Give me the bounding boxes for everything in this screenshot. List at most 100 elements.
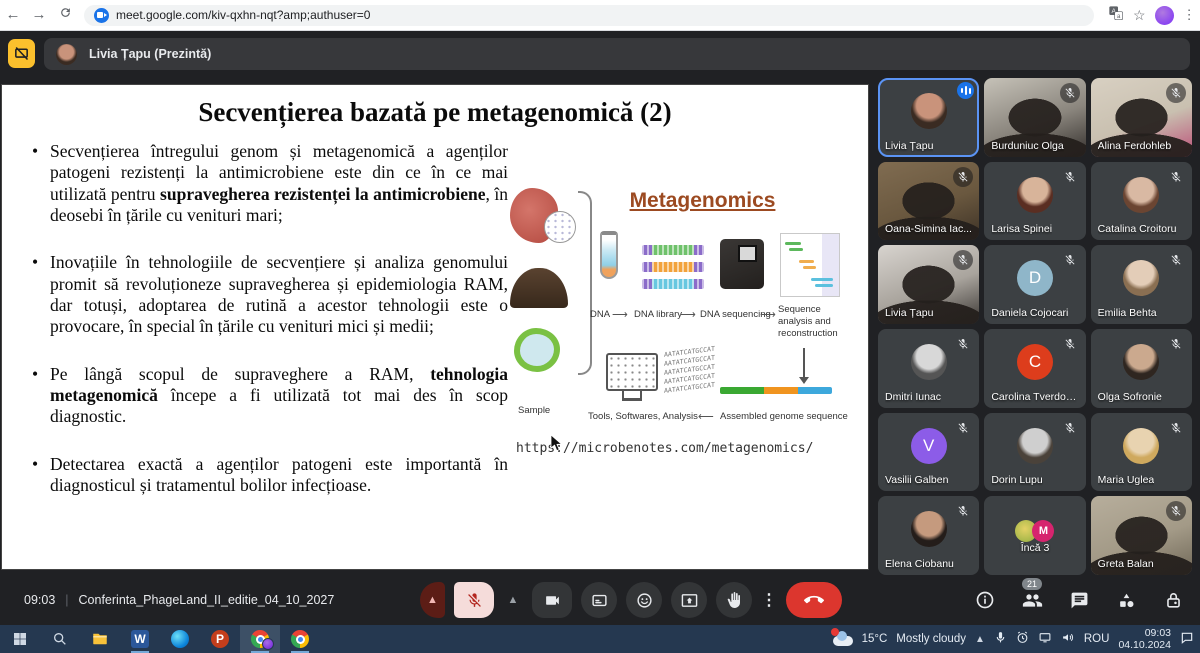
browser-menu-icon[interactable]: ⋮ <box>1183 7 1196 23</box>
file-explorer-taskbar-button[interactable] <box>80 625 120 653</box>
end-call-button[interactable] <box>786 582 842 618</box>
reload-icon[interactable] <box>52 0 78 30</box>
raise-hand-icon <box>726 592 742 608</box>
chrome-taskbar-button[interactable] <box>240 625 280 653</box>
tray-volume-icon[interactable] <box>1061 631 1075 647</box>
participant-tile[interactable]: Livia Țapu <box>878 78 979 157</box>
mic-toggle-button[interactable] <box>454 582 494 618</box>
host-controls-button[interactable] <box>1162 589 1184 611</box>
end-call-icon <box>804 590 824 610</box>
presenter-banner[interactable]: Livia Țapu (Prezintă) <box>44 38 1190 70</box>
mic-off-icon <box>953 167 973 187</box>
participant-tile[interactable]: DDaniela Cojocari <box>984 245 1085 324</box>
translate-icon[interactable]: Aa <box>1108 5 1124 26</box>
avatar: C <box>1017 344 1053 380</box>
search-icon <box>52 631 68 647</box>
diagram-title: Metagenomics <box>620 189 785 213</box>
participant-name: Livia Țapu <box>885 307 933 319</box>
tray-chevron-up-icon[interactable]: ▲ <box>975 634 985 645</box>
call-controls: ▲ ▲ ⋮ <box>420 582 842 618</box>
participant-tile[interactable]: VVasilii Galben <box>878 413 979 492</box>
back-icon[interactable]: ← <box>0 0 26 30</box>
profile-avatar[interactable] <box>1155 6 1174 25</box>
slide-bullet: Detectarea exactă a agenților patogeni e… <box>28 454 508 497</box>
left-arrow-icon: ⟵ <box>698 410 714 423</box>
notification-center-icon[interactable] <box>1180 631 1194 648</box>
participant-tile[interactable]: Larisa Spinei <box>984 162 1085 241</box>
chrome-taskbar-button[interactable] <box>280 625 320 653</box>
raise-hand-button[interactable] <box>716 582 752 618</box>
bracket-shape <box>578 191 592 375</box>
windows-taskbar: W P 15°C Mostly cloudy ▲ ROU 09:03 04.10.… <box>0 625 1200 653</box>
mic-off-icon <box>466 592 483 609</box>
search-taskbar-button[interactable] <box>40 625 80 653</box>
address-bar[interactable]: meet.google.com/kiv-qxhn-nqt?amp;authuse… <box>84 5 1094 26</box>
camera-toggle-button[interactable] <box>532 582 572 618</box>
participant-tile[interactable]: Dorin Lupu <box>984 413 1085 492</box>
participant-name: Oana-Simina Iac... <box>885 223 972 235</box>
meeting-details-button[interactable] <box>974 589 996 611</box>
reactions-button[interactable] <box>626 582 662 618</box>
camera-options-button[interactable]: ▲ <box>503 582 523 618</box>
dna-tube-icon <box>600 231 618 279</box>
participant-tile[interactable]: Dmitri Iunac <box>878 329 979 408</box>
bookmark-star-icon[interactable]: ☆ <box>1133 7 1146 24</box>
weather-temp[interactable]: 15°C <box>862 633 888 645</box>
participant-tile[interactable]: Alina Ferdohleb <box>1091 78 1192 157</box>
mouse-cursor <box>550 435 563 457</box>
present-icon <box>681 592 698 609</box>
weather-icon[interactable] <box>833 631 853 647</box>
participant-name: Emilia Behta <box>1098 307 1157 319</box>
mic-off-icon <box>1166 418 1186 438</box>
powerpoint-taskbar-button[interactable]: P <box>200 625 240 653</box>
avatar <box>911 511 947 547</box>
word-icon: W <box>131 630 149 648</box>
tray-display-icon[interactable] <box>1038 631 1052 647</box>
tray-microphone-icon[interactable] <box>994 631 1007 647</box>
chat-button[interactable] <box>1068 589 1090 611</box>
mic-options-button[interactable]: ▲ <box>420 582 445 618</box>
participant-tile[interactable]: Elena Ciobanu <box>878 496 979 575</box>
weather-condition[interactable]: Mostly cloudy <box>896 633 966 645</box>
activities-button[interactable] <box>1115 589 1137 611</box>
presenting-indicator[interactable] <box>8 39 35 68</box>
more-options-icon: ⋮ <box>761 590 777 610</box>
analysis-chart-icon <box>780 233 840 297</box>
computer-monitor-icon <box>606 353 658 391</box>
presenter-avatar <box>56 44 77 65</box>
participant-name: Carolina Tverdoh... <box>991 391 1078 403</box>
more-options-button[interactable]: ⋮ <box>761 582 777 618</box>
mic-off-icon <box>1166 334 1186 354</box>
captions-icon <box>591 592 608 609</box>
tray-clock-icon[interactable] <box>1016 631 1029 647</box>
chevron-up-icon: ▲ <box>427 594 438 606</box>
sequence-analysis-label: Sequence analysis and reconstruction <box>778 304 840 340</box>
participant-tile[interactable]: Emilia Behta <box>1091 245 1192 324</box>
forward-icon[interactable]: → <box>26 0 52 30</box>
participant-tile[interactable]: C Carolina Tverdoh... <box>984 329 1085 408</box>
participants-grid: Livia ȚapuBurduniuc OlgaAlina FerdohlebO… <box>878 78 1192 575</box>
participant-tile[interactable]: MÎncă 3 <box>984 496 1085 575</box>
captions-button[interactable] <box>581 582 617 618</box>
info-icon <box>975 590 995 610</box>
present-screen-button[interactable] <box>671 582 707 618</box>
participant-tile[interactable]: Maria Uglea <box>1091 413 1192 492</box>
participant-tile[interactable]: Olga Sofronie <box>1091 329 1192 408</box>
slide-bullet-list: Secvențierea întregului genom și metagen… <box>28 141 508 522</box>
people-button[interactable]: 21 <box>1021 589 1043 611</box>
participant-name: Olga Sofronie <box>1098 391 1162 403</box>
participant-tile[interactable]: Catalina Croitoru <box>1091 162 1192 241</box>
avatar <box>1017 177 1053 213</box>
taskbar-clock[interactable]: 09:03 04.10.2024 <box>1118 627 1171 651</box>
start-taskbar-button[interactable] <box>0 625 40 653</box>
participant-tile[interactable]: Burduniuc Olga <box>984 78 1085 157</box>
participant-tile[interactable]: Livia Țapu <box>878 245 979 324</box>
edge-taskbar-button[interactable] <box>160 625 200 653</box>
word-taskbar-button[interactable]: W <box>120 625 160 653</box>
divider: | <box>65 593 68 607</box>
participant-tile[interactable]: Greta Balan <box>1091 496 1192 575</box>
avatar: V <box>911 428 947 464</box>
participant-tile[interactable]: Oana-Simina Iac... <box>878 162 979 241</box>
slide-bullet: Inovațiile în tehnologiile de secvențier… <box>28 252 508 337</box>
language-indicator[interactable]: ROU <box>1084 633 1110 645</box>
